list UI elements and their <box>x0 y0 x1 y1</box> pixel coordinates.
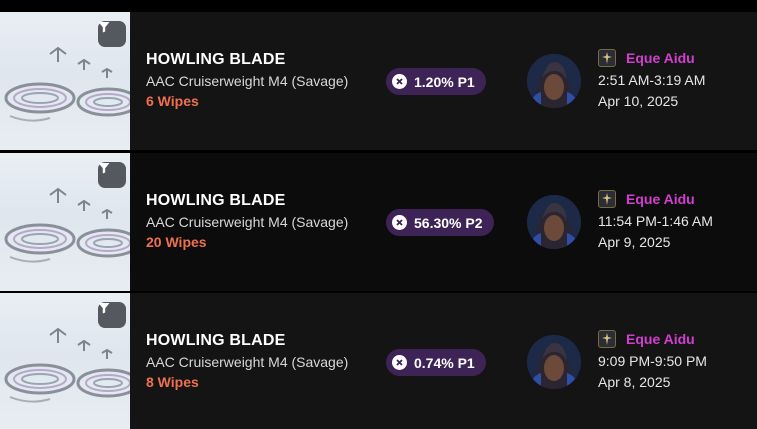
encounter-thumbnail <box>0 12 130 150</box>
encounter-info: HOWLING BLADE AAC Cruiserweight M4 (Sava… <box>146 331 348 392</box>
x-circle-icon <box>392 74 407 89</box>
filter-button[interactable] <box>98 162 126 188</box>
encounter-info: HOWLING BLADE AAC Cruiserweight M4 (Sava… <box>146 191 348 252</box>
wipe-count: 20 Wipes <box>146 234 207 250</box>
report-row[interactable]: HOWLING BLADE AAC Cruiserweight M4 (Sava… <box>0 293 757 429</box>
encounter-info: HOWLING BLADE AAC Cruiserweight M4 (Sava… <box>146 50 348 111</box>
wipe-count: 8 Wipes <box>146 374 199 390</box>
astrologian-job-icon <box>598 49 616 67</box>
report-list: HOWLING BLADE AAC Cruiserweight M4 (Sava… <box>0 0 757 429</box>
time-range: 2:51 AM-3:19 AM <box>598 72 706 88</box>
character-avatar[interactable] <box>527 54 581 108</box>
time-range: 11:54 PM-1:46 AM <box>598 213 713 229</box>
filter-funnel-icon <box>98 163 110 174</box>
astrologian-job-icon <box>598 330 616 348</box>
best-pull-badge: 1.20% P1 <box>386 68 486 95</box>
filter-button[interactable] <box>98 302 126 328</box>
filter-funnel-icon <box>98 22 110 33</box>
character-name[interactable]: Eque Aidu <box>626 191 695 207</box>
encounter-thumbnail <box>0 153 130 291</box>
filter-funnel-icon <box>98 303 110 314</box>
zone-name: AAC Cruiserweight M4 (Savage) <box>146 73 349 89</box>
time-range: 9:09 PM-9:50 PM <box>598 353 707 369</box>
boss-name[interactable]: HOWLING BLADE <box>146 331 348 351</box>
report-row[interactable]: HOWLING BLADE AAC Cruiserweight M4 (Sava… <box>0 153 757 291</box>
best-pull-text: 56.30% P2 <box>414 214 483 231</box>
astrologian-job-icon <box>598 190 616 208</box>
wipe-count: 6 Wipes <box>146 93 199 109</box>
date: Apr 9, 2025 <box>598 234 671 250</box>
character-avatar[interactable] <box>527 195 581 249</box>
character-name[interactable]: Eque Aidu <box>626 50 695 66</box>
zone-name: AAC Cruiserweight M4 (Savage) <box>146 354 349 370</box>
character-info: Eque Aidu 11:54 PM-1:46 AM Apr 9, 2025 <box>598 189 713 252</box>
filter-button[interactable] <box>98 21 126 47</box>
character-avatar[interactable] <box>527 335 581 389</box>
character-name[interactable]: Eque Aidu <box>626 331 695 347</box>
best-pull-text: 0.74% P1 <box>414 354 475 371</box>
zone-name: AAC Cruiserweight M4 (Savage) <box>146 214 349 230</box>
character-info: Eque Aidu 2:51 AM-3:19 AM Apr 10, 2025 <box>598 48 705 111</box>
x-circle-icon <box>392 215 407 230</box>
boss-name[interactable]: HOWLING BLADE <box>146 191 348 211</box>
encounter-thumbnail <box>0 293 130 429</box>
boss-name[interactable]: HOWLING BLADE <box>146 50 348 70</box>
character-info: Eque Aidu 9:09 PM-9:50 PM Apr 8, 2025 <box>598 329 707 392</box>
date: Apr 10, 2025 <box>598 93 679 109</box>
best-pull-badge: 0.74% P1 <box>386 349 486 376</box>
report-row[interactable]: HOWLING BLADE AAC Cruiserweight M4 (Sava… <box>0 12 757 150</box>
best-pull-badge: 56.30% P2 <box>386 209 494 236</box>
date: Apr 8, 2025 <box>598 374 671 390</box>
best-pull-text: 1.20% P1 <box>414 73 475 90</box>
x-circle-icon <box>392 355 407 370</box>
